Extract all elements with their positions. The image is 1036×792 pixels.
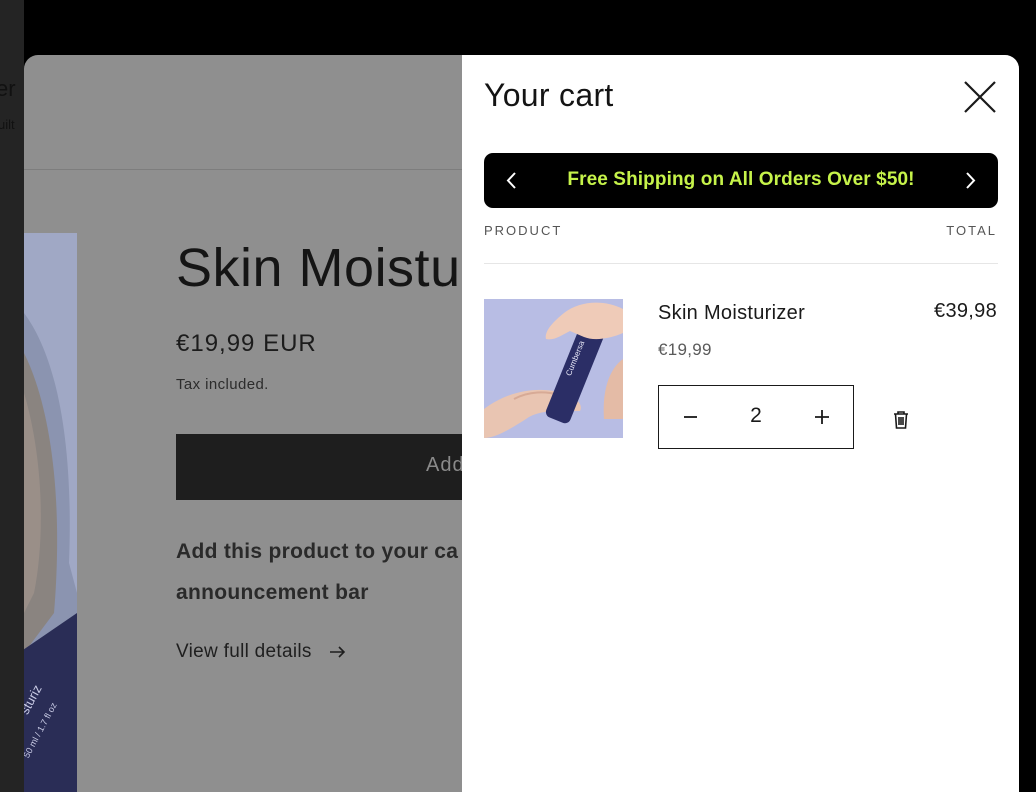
quantity-input[interactable]: 2	[721, 404, 791, 428]
view-full-details-link[interactable]: View full details	[176, 641, 347, 663]
product-image: sturiz 50 ml / 1.7 fl oz	[24, 233, 77, 792]
cart-item-image[interactable]: Cumbersa	[484, 299, 623, 438]
close-cart-button[interactable]	[962, 79, 998, 115]
announcement-text: Free Shipping on All Orders Over $50!	[567, 169, 915, 190]
remove-item-button[interactable]	[888, 407, 914, 433]
cart-item-unit-price: €19,99	[658, 340, 712, 359]
edge-fragment: er	[0, 76, 16, 101]
tax-note: Tax included.	[176, 376, 269, 393]
chevron-right-icon	[966, 172, 976, 189]
header-divider	[24, 169, 462, 170]
minus-icon	[684, 416, 697, 418]
plus-icon	[815, 410, 829, 424]
divider	[484, 263, 998, 264]
close-icon	[964, 81, 996, 113]
view-details-label: View full details	[176, 641, 312, 662]
arrow-right-icon	[330, 646, 346, 658]
edge-fragment: uilt	[0, 117, 15, 132]
column-header-product: PRODUCT	[484, 223, 563, 238]
product-title: Skin Moistur	[176, 238, 480, 298]
add-to-cart-button[interactable]: Add	[176, 434, 506, 500]
column-header-total: TOTAL	[946, 223, 997, 238]
cart-title: Your cart	[484, 77, 614, 113]
cart-item-line-total: €39,98	[934, 300, 997, 322]
quantity-decrease-button[interactable]	[659, 386, 721, 448]
quantity-stepper: 2	[658, 385, 854, 449]
product-price: €19,99 EUR	[176, 330, 317, 357]
background-page-edge: er uilt	[0, 0, 24, 792]
announcement-next-button[interactable]	[950, 153, 990, 208]
add-to-cart-label: Add	[426, 454, 465, 476]
promo-text: announcement bar	[176, 581, 369, 604]
announcement-bar: Free Shipping on All Orders Over $50!	[484, 153, 998, 208]
promo-text: Add this product to your ca	[176, 540, 459, 563]
cart-drawer: Your cart Free Shipping on All Orders Ov…	[462, 55, 1019, 792]
cart-item-name[interactable]: Skin Moisturizer	[658, 302, 805, 325]
quantity-increase-button[interactable]	[791, 386, 853, 448]
trash-icon	[894, 411, 908, 429]
